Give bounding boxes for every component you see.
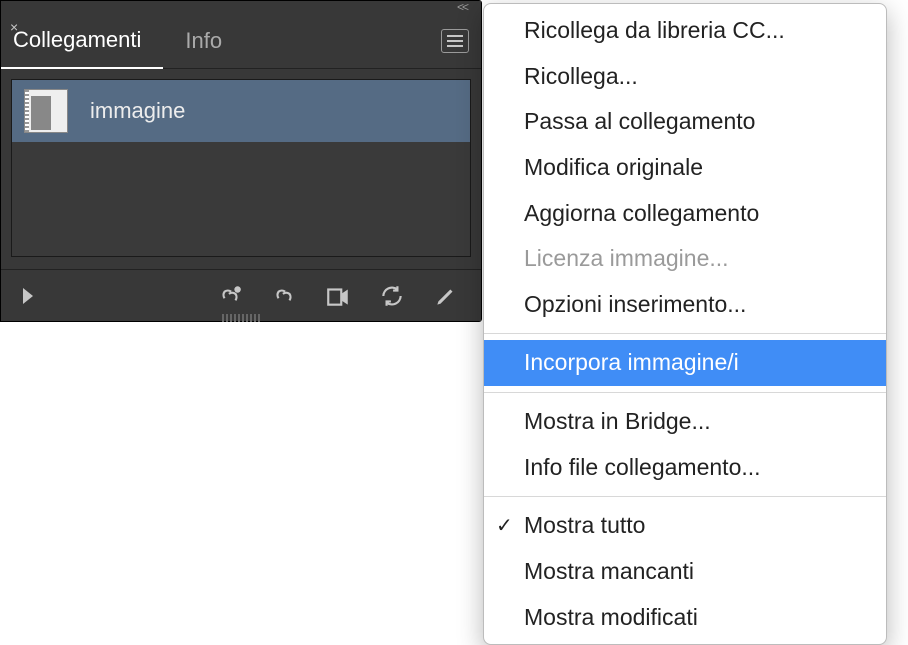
menu-edit-original[interactable]: Modifica originale bbox=[484, 145, 886, 191]
relink-cc-icon[interactable] bbox=[217, 283, 243, 309]
tab-links[interactable]: Collegamenti bbox=[1, 13, 163, 69]
tabs-row: Collegamenti Info bbox=[1, 13, 481, 69]
menu-show-missing[interactable]: Mostra mancanti bbox=[484, 549, 886, 595]
tab-info[interactable]: Info bbox=[163, 13, 244, 68]
menu-place-options[interactable]: Opzioni inserimento... bbox=[484, 282, 886, 328]
menu-separator bbox=[484, 392, 886, 393]
check-icon: ✓ bbox=[496, 511, 513, 542]
resize-grip[interactable] bbox=[209, 314, 273, 322]
menu-relink[interactable]: Ricollega... bbox=[484, 54, 886, 100]
menu-relink-cc[interactable]: Ricollega da libreria CC... bbox=[484, 8, 886, 54]
links-panel: << × Collegamenti Info immagine bbox=[0, 0, 482, 322]
collapse-icon[interactable]: << bbox=[457, 1, 467, 13]
goto-link-icon[interactable] bbox=[325, 283, 351, 309]
menu-separator bbox=[484, 496, 886, 497]
panel-context-menu: Ricollega da libreria CC... Ricollega...… bbox=[483, 3, 887, 645]
thumbnail-icon bbox=[24, 89, 68, 133]
list-item-label: immagine bbox=[90, 98, 185, 124]
menu-license-image: Licenza immagine... bbox=[484, 236, 886, 282]
list-item[interactable]: immagine bbox=[12, 80, 470, 142]
links-list: immagine bbox=[11, 79, 471, 257]
menu-embed-image[interactable]: Incorpora immagine/i bbox=[484, 340, 886, 386]
relink-icon[interactable] bbox=[271, 283, 297, 309]
menu-link-file-info[interactable]: Info file collegamento... bbox=[484, 445, 886, 491]
menu-show-in-bridge[interactable]: Mostra in Bridge... bbox=[484, 399, 886, 445]
panel-menu-button[interactable] bbox=[441, 29, 469, 53]
close-icon[interactable]: × bbox=[10, 19, 18, 35]
update-link-icon[interactable] bbox=[379, 283, 405, 309]
links-list-area: immagine bbox=[1, 69, 481, 269]
menu-goto-link[interactable]: Passa al collegamento bbox=[484, 99, 886, 145]
menu-item-label: Mostra tutto bbox=[524, 512, 645, 538]
panel-header: << bbox=[1, 1, 481, 13]
menu-separator bbox=[484, 333, 886, 334]
menu-show-all[interactable]: ✓ Mostra tutto bbox=[484, 503, 886, 549]
edit-original-icon[interactable] bbox=[433, 283, 459, 309]
expand-icon[interactable] bbox=[23, 288, 33, 304]
menu-show-modified[interactable]: Mostra modificati bbox=[484, 595, 886, 641]
menu-update-link[interactable]: Aggiorna collegamento bbox=[484, 191, 886, 237]
